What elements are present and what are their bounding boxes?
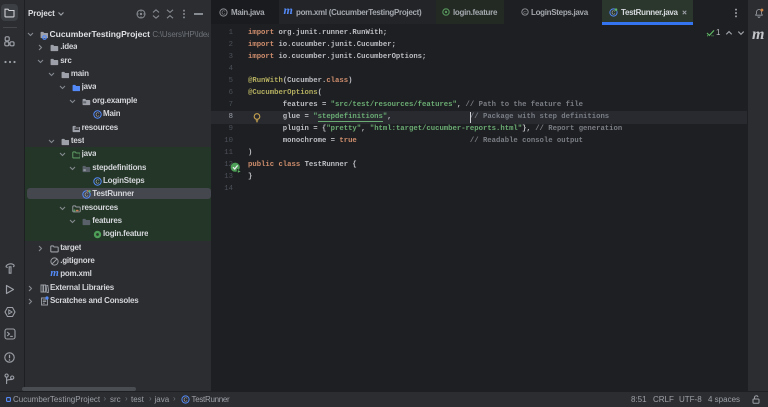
svg-text:C: C [221, 10, 225, 16]
svg-text:C: C [96, 180, 100, 186]
svg-text:C: C [85, 193, 89, 199]
svg-text:C: C [523, 10, 527, 16]
svg-text:C: C [184, 398, 188, 404]
svg-text:C: C [611, 10, 615, 16]
svg-text:C: C [96, 113, 100, 119]
